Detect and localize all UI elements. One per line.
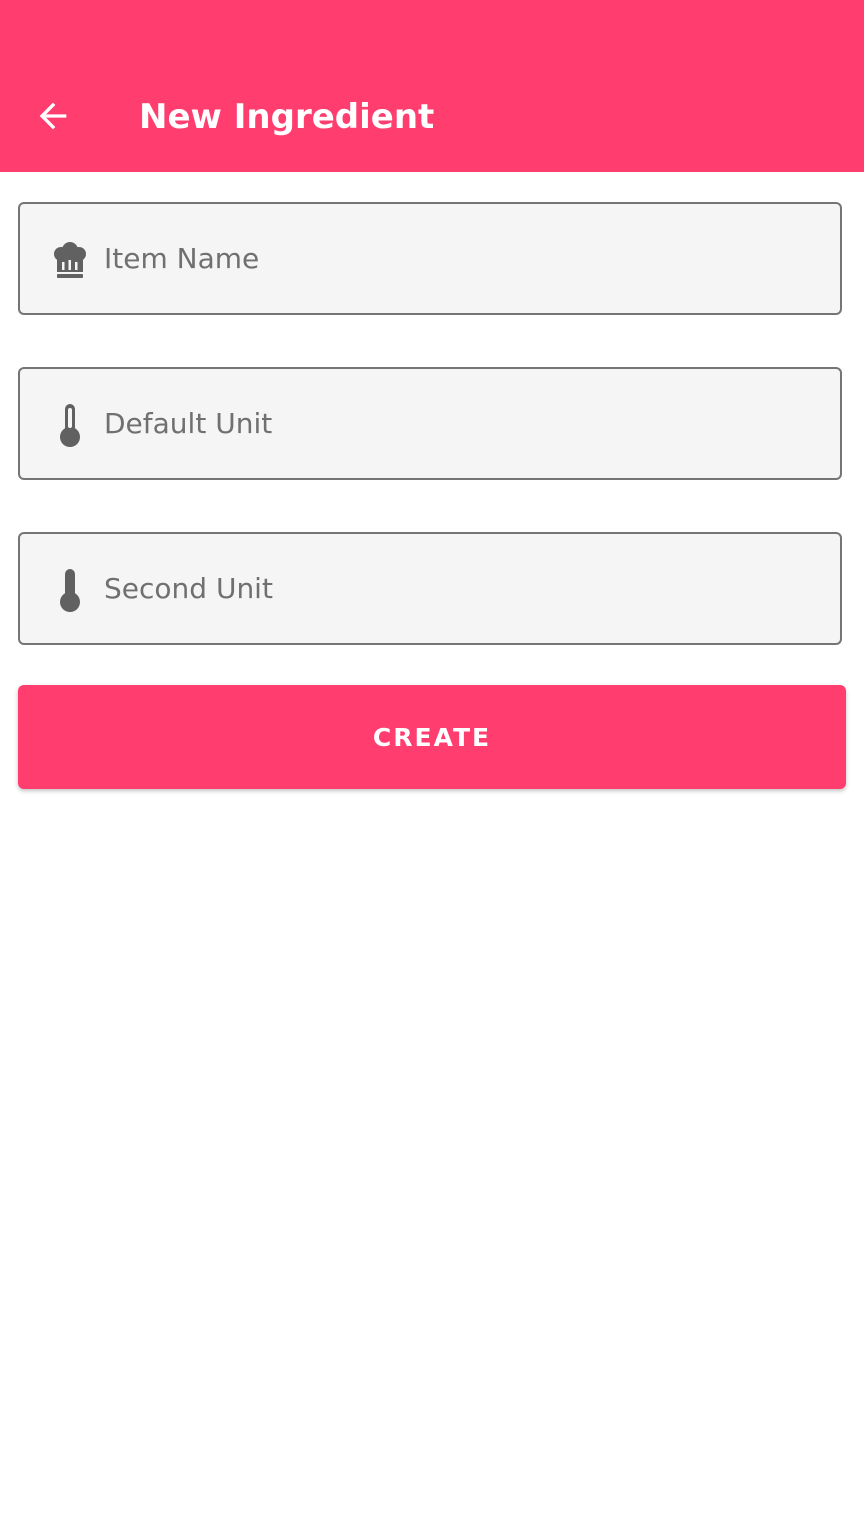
- app-bar: New Ingredient: [0, 0, 864, 172]
- default-unit-field[interactable]: [18, 367, 842, 480]
- thermometer-icon: [48, 568, 92, 612]
- item-name-field[interactable]: [18, 202, 842, 315]
- item-name-input[interactable]: [104, 204, 814, 313]
- create-button[interactable]: CREATE: [18, 685, 846, 789]
- chef-hat-icon: [48, 238, 92, 282]
- thermometer-icon: [48, 403, 92, 447]
- back-button[interactable]: [24, 88, 82, 144]
- arrow-left-icon: [39, 102, 67, 130]
- default-unit-input[interactable]: [104, 369, 814, 478]
- second-unit-input[interactable]: [104, 534, 814, 643]
- second-unit-field[interactable]: [18, 532, 842, 645]
- page-title: New Ingredient: [139, 97, 435, 137]
